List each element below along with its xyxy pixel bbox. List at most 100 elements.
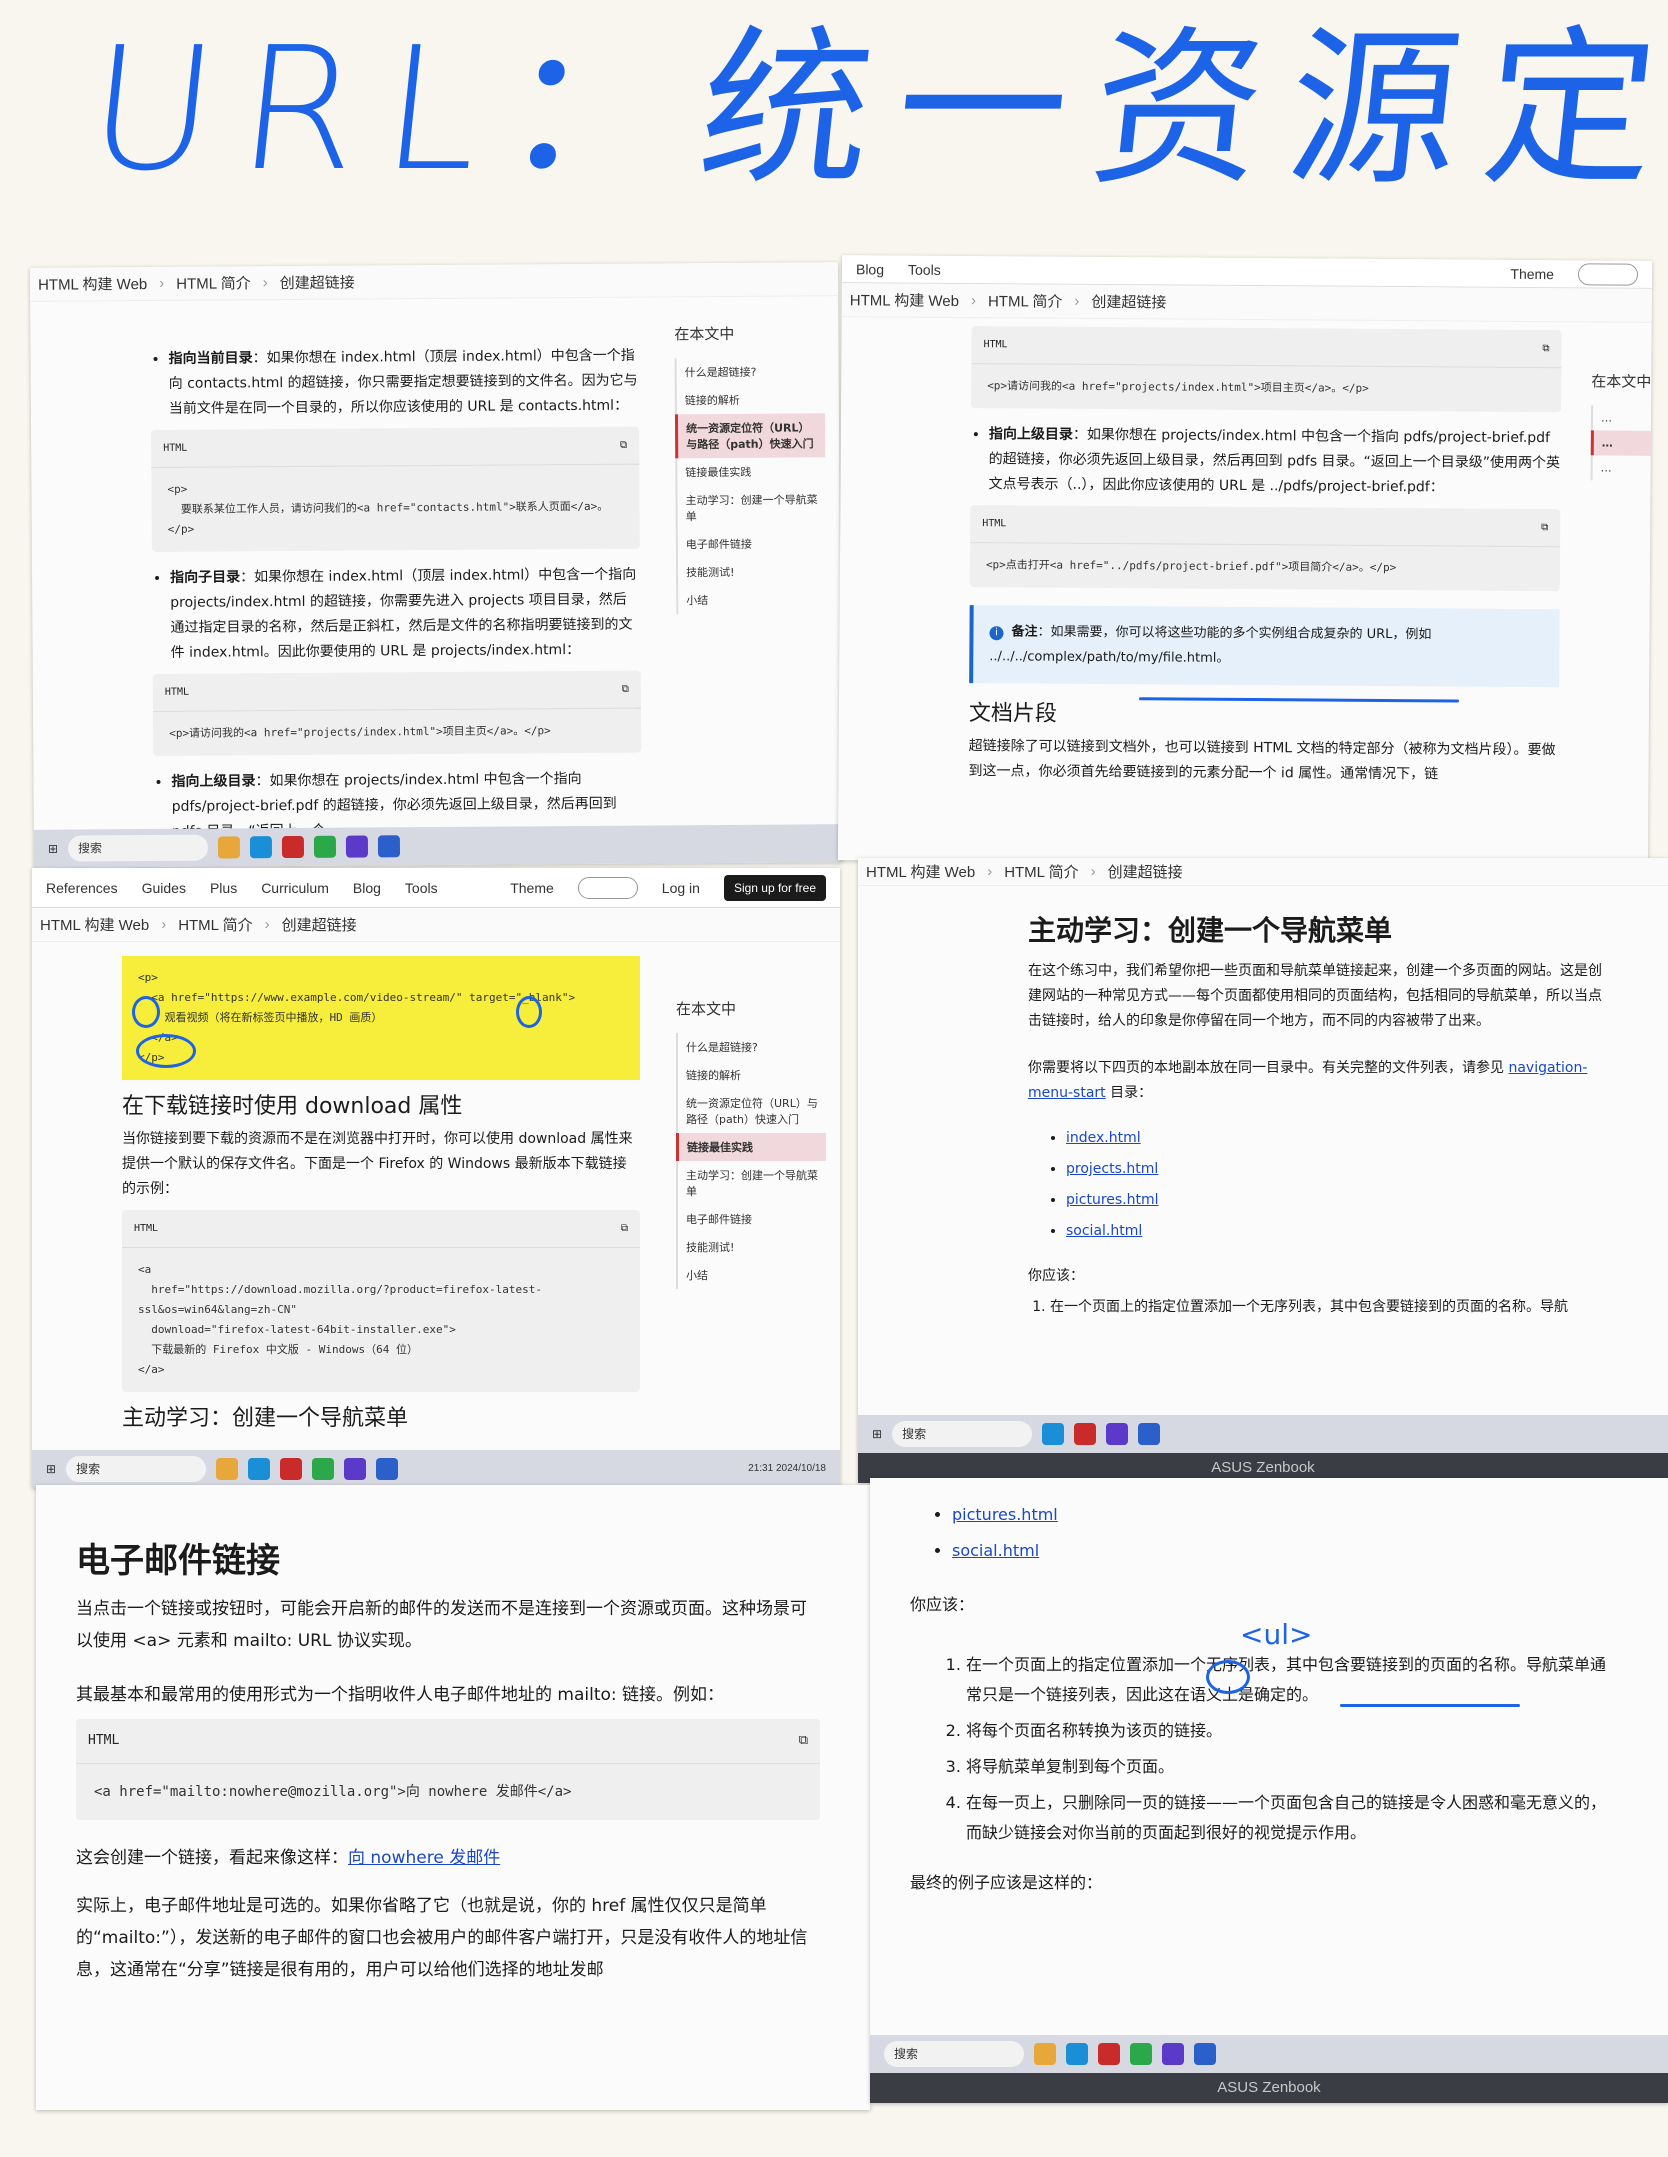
qq-icon[interactable] bbox=[1074, 1423, 1097, 1445]
copy-icon[interactable]: ⧉ bbox=[622, 677, 629, 702]
file-link[interactable]: index.html bbox=[1066, 1130, 1141, 1146]
step-item: 在一个页面上的指定位置添加一个无序列表，其中包含要链接到的页面的名称。导航菜单通… bbox=[966, 1650, 1608, 1710]
breadcrumb-item[interactable]: HTML 简介 bbox=[988, 290, 1063, 312]
copy-icon[interactable]: ⧉ bbox=[1542, 336, 1549, 361]
code-block: <p> <a href="https://www.example.com/vid… bbox=[122, 956, 640, 1080]
step-item: 将导航菜单复制到每个页面。 bbox=[966, 1752, 1608, 1782]
section-heading: 在下载链接时使用 download 属性 bbox=[122, 1094, 463, 1119]
file-link[interactable]: projects.html bbox=[1066, 1161, 1158, 1177]
paragraph: 其最基本和最常用的使用形式为一个指明收件人电子邮件地址的 mailto: 链接。… bbox=[76, 1685, 725, 1705]
breadcrumb-item[interactable]: HTML 构建 Web bbox=[850, 289, 959, 311]
breadcrumb-item[interactable]: HTML 简介 bbox=[176, 272, 251, 294]
article-body: HTML ⧉ <p>请访问我的<a href="projects/index.ht… bbox=[838, 325, 1651, 789]
qq-icon[interactable] bbox=[1098, 2043, 1120, 2065]
search-input[interactable] bbox=[577, 876, 638, 899]
signup-button[interactable]: Sign up for free bbox=[723, 874, 826, 901]
nav-plus[interactable]: Plus bbox=[210, 880, 237, 896]
bullet-text: ：如果你想在 index.html（顶层 index.html）中包含一个指向 … bbox=[170, 566, 637, 661]
vscode-icon[interactable] bbox=[1106, 1423, 1129, 1445]
article-body: 主动学习：创建一个导航菜单 在这个练习中，我们希望你把一些页面和导航菜单链接起来… bbox=[858, 886, 1668, 1320]
copy-icon[interactable]: ⧉ bbox=[1541, 515, 1548, 540]
code-block: HTML ⧉ <a href="mailto:nowhere@mozilla.or… bbox=[76, 1719, 820, 1820]
nav-curriculum[interactable]: Curriculum bbox=[261, 880, 329, 896]
code-lang-label: HTML bbox=[982, 518, 1007, 530]
mailto-example-link[interactable]: 向 nowhere 发邮件 bbox=[348, 1848, 500, 1868]
nav-blog[interactable]: Blog bbox=[353, 880, 381, 896]
breadcrumb-item[interactable]: HTML 简介 bbox=[1004, 861, 1078, 882]
login-link[interactable]: Log in bbox=[662, 880, 700, 896]
breadcrumb-item[interactable]: HTML 构建 Web bbox=[866, 861, 975, 882]
breadcrumb-item[interactable]: HTML 构建 Web bbox=[40, 914, 149, 935]
nav-tools[interactable]: Tools bbox=[405, 880, 438, 896]
wechat-icon[interactable] bbox=[312, 1458, 335, 1480]
breadcrumb: HTML 构建 Web › HTML 简介 › 创建超链接 bbox=[858, 858, 1668, 886]
folder-icon[interactable] bbox=[1034, 2043, 1056, 2065]
vscode-icon[interactable] bbox=[1162, 2043, 1184, 2065]
edge-icon[interactable] bbox=[249, 836, 273, 859]
qq-icon[interactable] bbox=[280, 1458, 303, 1480]
paragraph: 这会创建一个链接，看起来像这样：向 nowhere 发邮件 bbox=[76, 1848, 501, 1868]
nav-blog[interactable]: Blog bbox=[856, 261, 884, 277]
code-lang-label: HTML bbox=[983, 339, 1008, 351]
breadcrumb-item: 创建超链接 bbox=[279, 274, 355, 293]
section-heading: 文档片段 bbox=[968, 701, 1058, 727]
taskbar-search[interactable]: 搜索 bbox=[66, 1456, 207, 1482]
nav-tools[interactable]: Tools bbox=[908, 261, 941, 277]
windows-start-icon[interactable]: ⊞ bbox=[872, 1427, 882, 1441]
qq-icon[interactable] bbox=[281, 835, 305, 859]
taskbar-search[interactable]: 搜索 bbox=[884, 2041, 1024, 2067]
taskbar-search[interactable]: 搜索 bbox=[67, 834, 209, 862]
word-icon[interactable] bbox=[1138, 1423, 1161, 1445]
breadcrumb: HTML 构建 Web › HTML 简介 › 创建超链接 bbox=[29, 262, 839, 302]
edge-icon[interactable] bbox=[1066, 2043, 1088, 2065]
nav-guides[interactable]: Guides bbox=[142, 880, 186, 896]
vscode-icon[interactable] bbox=[344, 1458, 367, 1480]
windows-start-icon[interactable]: ⊞ bbox=[46, 1462, 56, 1476]
breadcrumb-item: 创建超链接 bbox=[281, 917, 357, 934]
taskbar: ⊞ 搜索 bbox=[858, 1415, 1668, 1453]
code-block: HTML ⧉ <a href="https://download.mozilla.… bbox=[122, 1210, 640, 1392]
step-item: 将每个页面名称转换为该页的链接。 bbox=[966, 1716, 1608, 1746]
info-icon: i bbox=[989, 626, 1004, 641]
copy-icon[interactable]: ⧉ bbox=[620, 433, 627, 458]
word-icon[interactable] bbox=[1194, 2043, 1216, 2065]
folder-icon[interactable] bbox=[216, 1458, 239, 1480]
bullet-label: 指向当前目录 bbox=[168, 350, 253, 367]
breadcrumb: HTML 构建 Web › HTML 简介 › 创建超链接 bbox=[841, 283, 1652, 323]
word-icon[interactable] bbox=[376, 1458, 399, 1480]
paragraph: 超链接除了可以链接到文档外，也可以链接到 HTML 文档的特定部分（被称为文档片… bbox=[968, 738, 1556, 783]
copy-icon[interactable]: ⧉ bbox=[621, 1216, 628, 1241]
search-input[interactable] bbox=[1577, 262, 1639, 286]
edge-icon[interactable] bbox=[1042, 1423, 1065, 1445]
folder-icon[interactable] bbox=[217, 836, 241, 859]
code-text: <p>请访问我的<a href="projects/index.html">项目… bbox=[169, 724, 551, 740]
file-link[interactable]: pictures.html bbox=[1066, 1192, 1159, 1208]
file-link[interactable]: pictures.html bbox=[952, 1505, 1058, 1524]
theme-button[interactable]: Theme bbox=[1510, 265, 1554, 281]
file-link[interactable]: social.html bbox=[952, 1541, 1039, 1560]
nav-references[interactable]: References bbox=[46, 880, 118, 896]
edge-icon[interactable] bbox=[248, 1458, 271, 1480]
handwritten-title: URL：统一资源定位符 bbox=[79, 11, 1668, 209]
code-text: <p>点击打开<a href="../pdfs/project-brief.pd… bbox=[985, 558, 1397, 575]
code-text: <a href="https://download.mozilla.org/?p… bbox=[138, 1263, 542, 1376]
breadcrumb-item: 创建超链接 bbox=[1107, 864, 1183, 881]
theme-button[interactable]: Theme bbox=[510, 880, 554, 896]
laptop-bezel: ASUS Zenbook bbox=[870, 2073, 1668, 2103]
word-icon[interactable] bbox=[377, 835, 401, 858]
paragraph: 你应该： bbox=[910, 1595, 975, 1614]
wechat-icon[interactable] bbox=[1130, 2043, 1152, 2065]
breadcrumb-item[interactable]: HTML 简介 bbox=[178, 914, 252, 935]
code-block: HTML ⧉ <p>请访问我的<a href="projects/index.ht… bbox=[971, 326, 1562, 413]
taskbar-search[interactable]: 搜索 bbox=[892, 1421, 1033, 1447]
section-heading: 电子邮件链接 bbox=[76, 1541, 280, 1581]
breadcrumb-item[interactable]: HTML 构建 Web bbox=[38, 273, 147, 295]
wechat-icon[interactable] bbox=[313, 835, 337, 858]
windows-start-icon[interactable]: ⊞ bbox=[48, 842, 58, 856]
paragraph: 在这个练习中，我们希望你把一些页面和导航菜单链接起来，创建一个多页面的网站。这是… bbox=[1028, 963, 1602, 1029]
vscode-icon[interactable] bbox=[345, 835, 369, 858]
bullet-label: 指向子目录 bbox=[170, 569, 241, 586]
file-link[interactable]: social.html bbox=[1066, 1223, 1142, 1239]
code-lang-label: HTML bbox=[88, 1733, 120, 1748]
copy-icon[interactable]: ⧉ bbox=[799, 1725, 808, 1757]
